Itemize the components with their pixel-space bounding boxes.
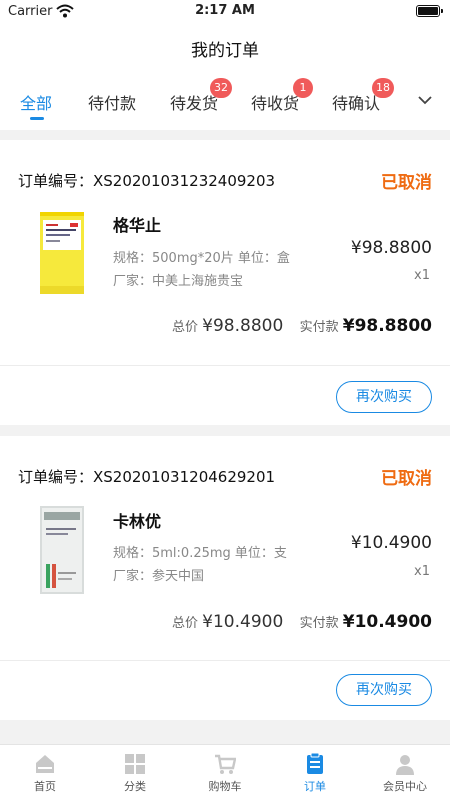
product-manufacturer: 厂家：中美上海施贵宝	[113, 274, 244, 289]
order-number: 订单编号：XS20201031204629201	[18, 468, 276, 486]
tab-pending-shipment[interactable]: 待发货 32	[170, 78, 233, 114]
tab-label: 待收货	[251, 94, 300, 113]
divider	[0, 365, 450, 366]
page-title: 我的订单	[191, 41, 259, 61]
product-manufacturer: 厂家：参天中国	[113, 569, 205, 584]
tabbar-label: 会员中心	[383, 780, 427, 793]
tab-label: 待发货	[170, 94, 219, 113]
product-quantity: x1	[414, 268, 430, 283]
tab-pending-receipt[interactable]: 待收货 1	[251, 78, 314, 114]
home-icon	[36, 755, 54, 773]
order-number: 订单编号：XS20201031232409203	[18, 172, 276, 190]
tabbar-label: 购物车	[208, 780, 242, 793]
total-amount: ¥98.8800	[202, 316, 284, 336]
tabbar-label: 首页	[34, 780, 56, 793]
nav-bar: 我的订单	[0, 24, 450, 68]
order-card[interactable]: 订单编号：XS20201031204629201 已取消 卡林优 规格：5ml:…	[0, 436, 450, 720]
product-image[interactable]	[40, 506, 84, 594]
product-spec: 规格：500mg*20片 单位：盒	[113, 251, 290, 266]
product-name[interactable]: 卡林优	[113, 508, 161, 532]
divider	[0, 660, 450, 661]
order-header: 订单编号：XS20201031232409203 已取消	[18, 170, 432, 194]
tabbar-item-category[interactable]: 分类	[90, 745, 180, 800]
order-header: 订单编号：XS20201031204629201 已取消	[18, 466, 432, 490]
tabbar-label: 分类	[124, 780, 146, 793]
order-card[interactable]: 订单编号：XS20201031232409203 已取消 格华止 规格：500m…	[0, 140, 450, 425]
tab-all[interactable]: 全部	[20, 90, 52, 114]
rebuy-button[interactable]: 再次购买	[336, 381, 432, 413]
tab-label: 全部	[20, 94, 53, 113]
tabbar-item-orders[interactable]: 订单	[270, 745, 360, 800]
clock: 2:17 AM	[195, 3, 255, 18]
tabbar-item-member[interactable]: 会员中心	[360, 745, 450, 800]
tab-pending-payment[interactable]: 待付款	[88, 90, 136, 114]
chevron-down-icon[interactable]	[418, 93, 432, 107]
count-badge: 32	[210, 78, 233, 98]
bottom-tab-bar: 首页 分类 购物车 订单 会员中心	[0, 744, 450, 800]
total-amount: ¥10.4900	[202, 612, 284, 632]
cart-icon	[215, 754, 236, 774]
paid-label: 实付款	[299, 616, 339, 631]
product-price: ¥98.8800	[350, 238, 432, 258]
order-status: 已取消	[381, 469, 432, 489]
status-bar: Carrier 2:17 AM	[0, 0, 450, 24]
paid-amount: ¥98.8800	[342, 316, 432, 336]
tabbar-item-home[interactable]: 首页	[0, 745, 90, 800]
tab-label: 待确认	[332, 94, 381, 113]
product-spec: 规格：5ml:0.25mg 单位：支	[113, 546, 287, 561]
product-image[interactable]	[40, 212, 84, 294]
orders-icon	[307, 753, 323, 774]
tabbar-item-cart[interactable]: 购物车	[180, 745, 270, 800]
product-quantity: x1	[414, 564, 430, 579]
order-totals: 总价 ¥98.8800 实付款 ¥98.8800	[172, 316, 432, 336]
paid-label: 实付款	[299, 320, 339, 335]
member-icon	[396, 755, 414, 775]
tab-pending-confirm[interactable]: 待确认 18	[332, 78, 395, 114]
battery-icon	[416, 5, 443, 17]
total-label: 总价	[172, 320, 199, 335]
count-badge: 1	[293, 78, 314, 98]
order-status: 已取消	[381, 173, 432, 193]
tabbar-label: 订单	[304, 780, 326, 793]
active-tab-indicator	[30, 117, 44, 120]
product-price: ¥10.4900	[350, 533, 432, 553]
order-totals: 总价 ¥10.4900 实付款 ¥10.4900	[172, 612, 432, 632]
category-icon	[125, 754, 145, 774]
order-filter-tabs: 全部 待付款 待发货 32 待收货 1 待确认 18	[0, 68, 450, 130]
total-label: 总价	[172, 616, 199, 631]
tab-label: 待付款	[88, 94, 137, 113]
product-name[interactable]: 格华止	[113, 212, 161, 236]
count-badge: 18	[372, 78, 395, 98]
rebuy-button[interactable]: 再次购买	[336, 674, 432, 706]
paid-amount: ¥10.4900	[342, 612, 432, 632]
